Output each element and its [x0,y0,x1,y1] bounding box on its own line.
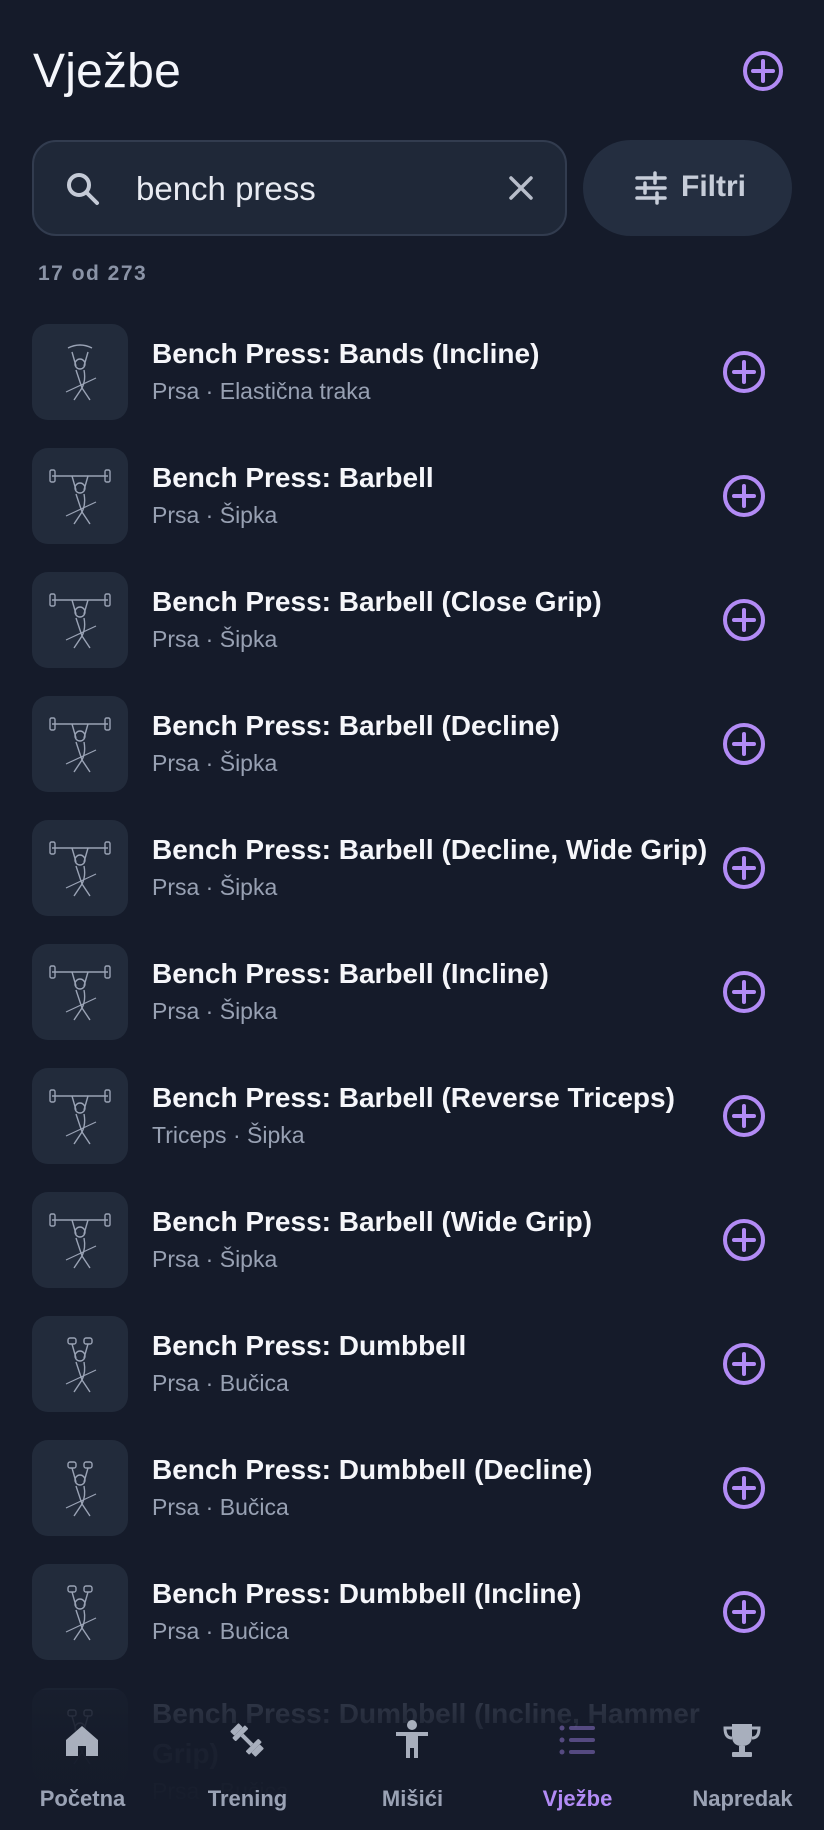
exercise-title: Bench Press: Barbell (Reverse Triceps) [152,1082,675,1113]
nav-label: Vježbe [542,1786,613,1811]
bottom-navigation: Početna Trening Mišići Vježbe Napredak [0,1690,824,1830]
nav-tab-trening[interactable]: Trening [165,1690,330,1830]
exercise-title: Bench Press: Bands (Incline) [152,338,540,369]
page-title: Vježbe [33,45,181,98]
barbell-bench-figure-icon [49,1213,111,1269]
add-to-workout-icon[interactable] [722,1094,766,1138]
clear-icon[interactable] [505,172,537,204]
results-count: 17 od 273 [38,262,148,285]
exercise-title: Bench Press: Barbell (Decline, Wide Grip… [152,834,708,865]
exercise-row[interactable]: Bench Press: Barbell Prsa · Šipka [0,442,824,566]
nav-label: Napredak [692,1786,793,1811]
exercise-row[interactable]: Bench Press: Barbell (Close Grip) Prsa · … [0,566,824,690]
exercise-list: Bench Press: Bands (Incline) Prsa · Elast… [0,318,824,1806]
exercise-row[interactable]: Bench Press: Dumbbell (Incline) Prsa · Bu… [0,1558,824,1682]
exercise-thumbnail [32,1316,128,1412]
exercise-subtitle: Prsa · Bučica [152,1370,289,1396]
exercise-subtitle: Prsa · Elastična traka [152,378,371,404]
exercise-thumbnail [32,324,128,420]
barbell-bench-figure-icon [49,469,111,525]
exercise-subtitle: Prsa · Šipka [152,1246,278,1272]
barbell-decline-figure-icon [49,717,111,773]
nav-tab-napredak[interactable]: Napredak [660,1690,824,1830]
exercise-thumbnail [32,1068,128,1164]
home-icon [66,1726,98,1756]
nav-label: Početna [39,1786,126,1811]
exercise-subtitle: Prsa · Šipka [152,502,278,528]
barbell-decline-figure-icon [49,841,111,897]
nav-label: Trening [207,1786,288,1811]
exercise-row[interactable]: Bench Press: Barbell (Decline, Wide Grip… [0,814,824,938]
incline-bands-figure-icon [65,344,97,401]
exercise-subtitle: Prsa · Šipka [152,750,278,776]
exercise-subtitle: Prsa · Šipka [152,998,278,1024]
dumbbell-figure-icon [65,1585,97,1641]
exercise-row[interactable]: Bench Press: Barbell (Reverse Triceps) Tr… [0,1062,824,1186]
exercise-title: Bench Press: Barbell (Close Grip) [152,586,602,617]
exercise-row[interactable]: Bench Press: Barbell (Decline) Prsa · Šip… [0,690,824,814]
exercise-thumbnail [32,448,128,544]
exercise-row[interactable]: Bench Press: Dumbbell (Decline) Prsa · Bu… [0,1434,824,1558]
nav-tab-početna[interactable]: Početna [0,1690,165,1830]
exercise-subtitle: Prsa · Bučica [152,1494,289,1520]
barbell-incline-figure-icon [49,965,111,1021]
add-to-workout-icon[interactable] [722,970,766,1014]
add-to-workout-icon[interactable] [722,846,766,890]
sliders-icon [635,171,667,205]
search-field[interactable] [32,140,567,236]
person-icon [396,1720,428,1758]
header: Vježbe [33,40,794,104]
exercise-subtitle: Prsa · Šipka [152,874,278,900]
exercise-subtitle: Prsa · Šipka [152,626,278,652]
nav-tab-mišići[interactable]: Mišići [330,1690,495,1830]
filter-label: Filtri [681,170,746,203]
add-to-workout-icon[interactable] [722,1590,766,1634]
exercise-row[interactable]: Bench Press: Barbell (Wide Grip) Prsa · Š… [0,1186,824,1310]
exercise-row[interactable]: Bench Press: Bands (Incline) Prsa · Elast… [0,318,824,442]
trophy-icon [723,1724,761,1757]
exercise-thumbnail [32,1564,128,1660]
nav-label: Mišići [381,1786,444,1811]
dumbbell-icon [230,1723,264,1757]
exercise-title: Bench Press: Barbell (Incline) [152,958,549,989]
exercise-row[interactable]: Bench Press: Barbell (Incline) Prsa · Šip… [0,938,824,1062]
barbell-incline-figure-icon [49,1089,111,1145]
add-to-workout-icon[interactable] [722,722,766,766]
exercise-thumbnail [32,944,128,1040]
exercise-thumbnail [32,696,128,792]
list-icon [559,1725,595,1755]
exercise-title: Bench Press: Dumbbell (Incline) [152,1578,582,1609]
exercise-title: Bench Press: Dumbbell (Decline) [152,1454,593,1485]
exercise-title: Bench Press: Dumbbell [152,1330,467,1361]
add-to-workout-icon[interactable] [722,350,766,394]
add-exercise-icon[interactable] [742,50,784,92]
search-input[interactable] [136,164,496,214]
add-to-workout-icon[interactable] [722,1466,766,1510]
exercise-subtitle: Triceps · Šipka [152,1122,305,1148]
dumbbell-decline-figure-icon [65,1461,97,1517]
exercise-subtitle: Prsa · Bučica [152,1618,289,1644]
filter-button[interactable]: Filtri [583,140,792,236]
exercise-row[interactable]: Bench Press: Dumbbell Prsa · Bučica [0,1310,824,1434]
app-screen: Vježbe Filtri 17 od 273 Bench Press: [0,0,824,1830]
exercise-thumbnail [32,1192,128,1288]
add-to-workout-icon[interactable] [722,474,766,518]
nav-tab-vježbe[interactable]: Vježbe [495,1690,660,1830]
dumbbell-figure-icon [65,1337,97,1393]
add-to-workout-icon[interactable] [722,598,766,642]
search-icon [67,173,99,205]
add-to-workout-icon[interactable] [722,1342,766,1386]
barbell-bench-figure-icon [49,593,111,649]
exercise-title: Bench Press: Barbell (Decline) [152,710,560,741]
exercise-title: Bench Press: Barbell (Wide Grip) [152,1206,593,1237]
exercise-thumbnail [32,820,128,916]
exercise-thumbnail [32,572,128,668]
add-to-workout-icon[interactable] [722,1218,766,1262]
exercise-thumbnail [32,1440,128,1536]
exercise-title: Bench Press: Barbell [152,462,434,493]
